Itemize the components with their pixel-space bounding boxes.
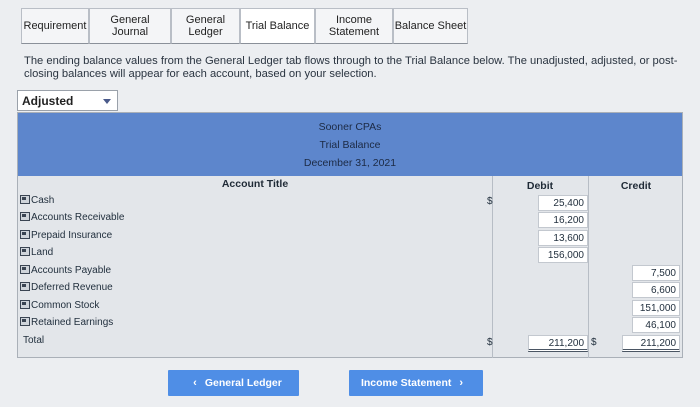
total-label: Total — [23, 335, 45, 346]
statement-title: Trial Balance — [319, 139, 381, 151]
column-header-account: Account Title — [221, 178, 289, 190]
account-link-icon[interactable] — [20, 212, 30, 221]
account-row-prepaid-insurance: Prepaid Insurance — [20, 230, 112, 241]
tab-label: General Journal — [110, 14, 150, 38]
tab-balance-sheet[interactable]: Balance Sheet — [393, 8, 468, 44]
tab-label: Income Statement — [328, 14, 380, 38]
total-credit-dollar-sign: $ — [591, 337, 597, 348]
account-name: Common Stock — [31, 300, 100, 311]
income-statement-button[interactable]: Income Statement › — [349, 370, 483, 396]
chevron-down-icon — [103, 99, 111, 104]
account-name: Accounts Payable — [31, 265, 112, 276]
account-row-land: Land — [20, 247, 53, 258]
tab-income-statement[interactable]: Income Statement — [315, 8, 393, 44]
trial-balance-header: Sooner CPAs Trial Balance December 31, 2… — [18, 113, 682, 176]
account-link-icon[interactable] — [20, 317, 30, 326]
tab-bar: Requirement General Journal General Ledg… — [0, 8, 700, 46]
account-row-cash: Cash — [20, 195, 54, 206]
column-divider — [588, 176, 589, 358]
total-debit-dollar-sign: $ — [487, 337, 493, 348]
balance-type-value: Adjusted — [22, 94, 74, 108]
tab-requirement[interactable]: Requirement — [21, 8, 89, 44]
tab-label: Balance Sheet — [394, 20, 467, 32]
debit-cell-land: 156,000 — [538, 247, 588, 263]
account-row-retained-earnings: Retained Earnings — [20, 317, 113, 328]
tab-general-ledger[interactable]: General Ledger — [171, 8, 240, 44]
tab-general-journal[interactable]: General Journal — [89, 8, 171, 44]
account-row-deferred-revenue: Deferred Revenue — [20, 282, 113, 293]
general-ledger-button-label: General Ledger — [204, 377, 282, 389]
credit-cell-common-stock: 151,000 — [632, 300, 680, 316]
account-link-icon[interactable] — [20, 247, 30, 256]
account-link-icon[interactable] — [20, 195, 30, 204]
trial-balance-table: Sooner CPAs Trial Balance December 31, 2… — [17, 112, 683, 358]
instructions-text: The ending balance values from the Gener… — [24, 55, 678, 80]
general-ledger-button[interactable]: ‹ General Ledger — [168, 370, 299, 396]
account-row-accounts-receivable: Accounts Receivable — [20, 212, 124, 223]
balance-type-select[interactable]: Adjusted — [17, 90, 118, 111]
tab-label: Requirement — [23, 20, 87, 32]
account-link-icon[interactable] — [20, 300, 30, 309]
chevron-right-icon: › — [459, 377, 464, 389]
company-name: Sooner CPAs — [318, 121, 382, 133]
statement-date: December 31, 2021 — [303, 157, 397, 169]
account-link-icon[interactable] — [20, 230, 30, 239]
account-name: Cash — [31, 195, 55, 206]
debit-cell-prepaid-insurance: 13,600 — [538, 230, 588, 246]
debit-cell-cash: 25,400 — [538, 195, 588, 211]
chevron-left-icon: ‹ — [193, 377, 197, 389]
tab-label: Trial Balance — [245, 20, 310, 32]
account-link-icon[interactable] — [20, 282, 30, 291]
column-header-credit: Credit — [620, 180, 652, 192]
total-credit-cell: 211,200 — [622, 335, 680, 352]
credit-cell-accounts-payable: 7,500 — [632, 265, 680, 281]
debit-dollar-sign: $ — [487, 196, 493, 207]
account-row-common-stock: Common Stock — [20, 300, 99, 311]
total-debit-cell: 211,200 — [528, 335, 588, 352]
account-row-accounts-payable: Accounts Payable — [20, 265, 111, 276]
debit-cell-accounts-receivable: 16,200 — [538, 212, 588, 228]
credit-cell-retained-earnings: 46,100 — [632, 317, 680, 333]
tab-label: General Ledger — [185, 14, 226, 38]
account-name: Accounts Receivable — [31, 212, 125, 223]
income-statement-button-label: Income Statement — [360, 377, 452, 389]
account-name: Retained Earnings — [31, 317, 114, 328]
tab-trial-balance[interactable]: Trial Balance — [240, 8, 315, 44]
account-name: Deferred Revenue — [31, 282, 113, 293]
account-name: Prepaid Insurance — [31, 230, 113, 241]
account-name: Land — [31, 247, 54, 258]
credit-cell-deferred-revenue: 6,600 — [632, 282, 680, 298]
column-header-debit: Debit — [526, 180, 554, 192]
account-link-icon[interactable] — [20, 265, 30, 274]
